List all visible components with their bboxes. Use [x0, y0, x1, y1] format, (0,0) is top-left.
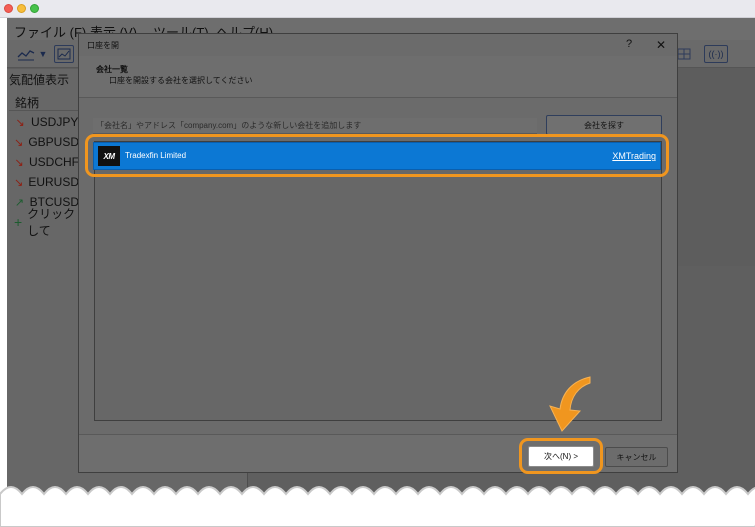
market-watch-title: 気配値表示 [9, 73, 70, 87]
symbol-name: USDJPY [31, 115, 79, 129]
plus-icon: + [13, 214, 23, 230]
list-item[interactable]: ↘ GBPUSD [9, 132, 79, 152]
dialog-subheading: 口座を開設する会社を選択してください [109, 76, 253, 85]
trend-up-icon: ↗ [14, 196, 24, 209]
cancel-button[interactable]: キャンセル [605, 447, 668, 467]
chart-window-icon[interactable] [54, 45, 74, 63]
dialog-title: 口座を開 [87, 41, 119, 50]
list-item[interactable]: ↘ EURUSD [9, 172, 79, 192]
find-company-button[interactable]: 会社を探す [546, 115, 662, 135]
add-symbol-row[interactable]: + クリックして [9, 207, 79, 238]
highlight-frame-company [85, 134, 669, 177]
signal-icon[interactable]: ((·)) [704, 45, 728, 63]
highlight-frame-next [519, 438, 603, 474]
symbol-name: GBPUSD [28, 135, 79, 149]
close-icon[interactable]: ✕ [656, 38, 666, 52]
pointer-arrow-icon [549, 376, 591, 432]
list-item[interactable]: ↘ USDCHF [9, 152, 79, 172]
close-window-icon[interactable] [4, 4, 13, 13]
trend-down-icon: ↘ [14, 176, 24, 189]
screenshot-frame: ファイル (F) 表示 (V) ツール(T) ヘルプ(H) ▼ ((·)) 気配… [0, 0, 755, 527]
trend-down-icon: ↘ [14, 156, 24, 169]
minimize-window-icon[interactable] [17, 4, 26, 13]
dialog-heading: 会社一覧 [96, 65, 128, 74]
trend-down-icon: ↘ [14, 136, 24, 149]
maximize-window-icon[interactable] [30, 4, 39, 13]
line-chart-icon[interactable] [15, 45, 37, 63]
torn-edge-decoration [0, 486, 755, 527]
trend-down-icon: ↘ [15, 116, 25, 129]
chevron-down-icon[interactable]: ▼ [38, 45, 48, 63]
add-symbol-label: クリックして [27, 207, 76, 238]
symbol-column-header[interactable]: 銘柄 [9, 91, 79, 111]
company-search-input[interactable] [93, 118, 537, 134]
symbol-name: USDCHF [29, 155, 79, 169]
list-item[interactable]: ↘ USDJPY [9, 112, 79, 132]
menu-file[interactable]: ファイル (F) [14, 22, 86, 41]
help-icon[interactable]: ? [626, 38, 632, 50]
symbol-name: EURUSD [28, 175, 79, 189]
window-titlebar [0, 0, 755, 18]
